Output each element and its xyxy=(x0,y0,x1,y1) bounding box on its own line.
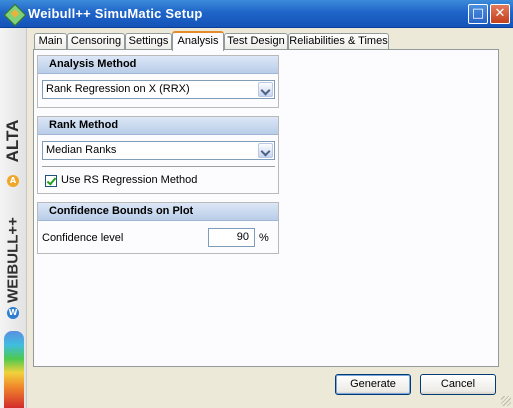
alta-badge-icon: A xyxy=(7,175,19,187)
rank-method-heading: Rank Method xyxy=(38,117,278,135)
tab-reliabilities-times[interactable]: Reliabilities & Times xyxy=(288,33,389,50)
confidence-bounds-group: Confidence Bounds on Plot Confidence lev… xyxy=(37,202,279,254)
close-button[interactable]: ✕ xyxy=(490,4,510,24)
rank-method-group: Rank Method Median Ranks Use RS Regressi… xyxy=(37,116,279,194)
rank-method-select[interactable]: Median Ranks xyxy=(42,141,275,160)
weibull-badge-icon: W xyxy=(7,307,19,319)
title-bar: Weibull++ SimuMatic Setup □ ✕ xyxy=(0,0,513,28)
analysis-method-heading: Analysis Method xyxy=(38,56,278,74)
rainbow-graphic xyxy=(4,331,24,408)
tab-analysis[interactable]: Analysis xyxy=(172,31,224,51)
percent-unit-label: % xyxy=(259,232,269,244)
chevron-down-icon[interactable] xyxy=(258,82,273,97)
window-title: Weibull++ SimuMatic Setup xyxy=(28,6,203,21)
tab-test-design[interactable]: Test Design xyxy=(224,33,288,50)
use-rs-regression-label[interactable]: Use RS Regression Method xyxy=(61,174,197,186)
brand-strip: ALTA A WEIBULL++ W xyxy=(0,28,27,408)
tab-censoring[interactable]: Censoring xyxy=(67,33,125,50)
app-icon xyxy=(3,3,27,27)
alta-logo-text: ALTA xyxy=(3,119,22,163)
maximize-button[interactable]: □ xyxy=(468,4,488,24)
tab-main[interactable]: Main xyxy=(34,33,67,50)
chevron-down-icon[interactable] xyxy=(258,143,273,158)
analysis-method-group: Analysis Method Rank Regression on X (RR… xyxy=(37,55,279,108)
tab-settings[interactable]: Settings xyxy=(125,33,172,50)
use-rs-regression-checkbox[interactable] xyxy=(45,175,57,187)
confidence-bounds-heading: Confidence Bounds on Plot xyxy=(38,203,278,221)
cancel-button[interactable]: Cancel xyxy=(420,374,496,395)
analysis-method-value: Rank Regression on X (RRX) xyxy=(46,83,190,95)
confidence-level-label: Confidence level xyxy=(42,232,124,244)
analysis-method-select[interactable]: Rank Regression on X (RRX) xyxy=(42,80,275,99)
generate-button[interactable]: Generate xyxy=(335,374,411,395)
divider xyxy=(42,166,275,167)
resize-grip-icon[interactable] xyxy=(501,396,511,406)
rank-method-value: Median Ranks xyxy=(46,144,117,156)
confidence-level-input[interactable]: 90 xyxy=(208,228,255,247)
